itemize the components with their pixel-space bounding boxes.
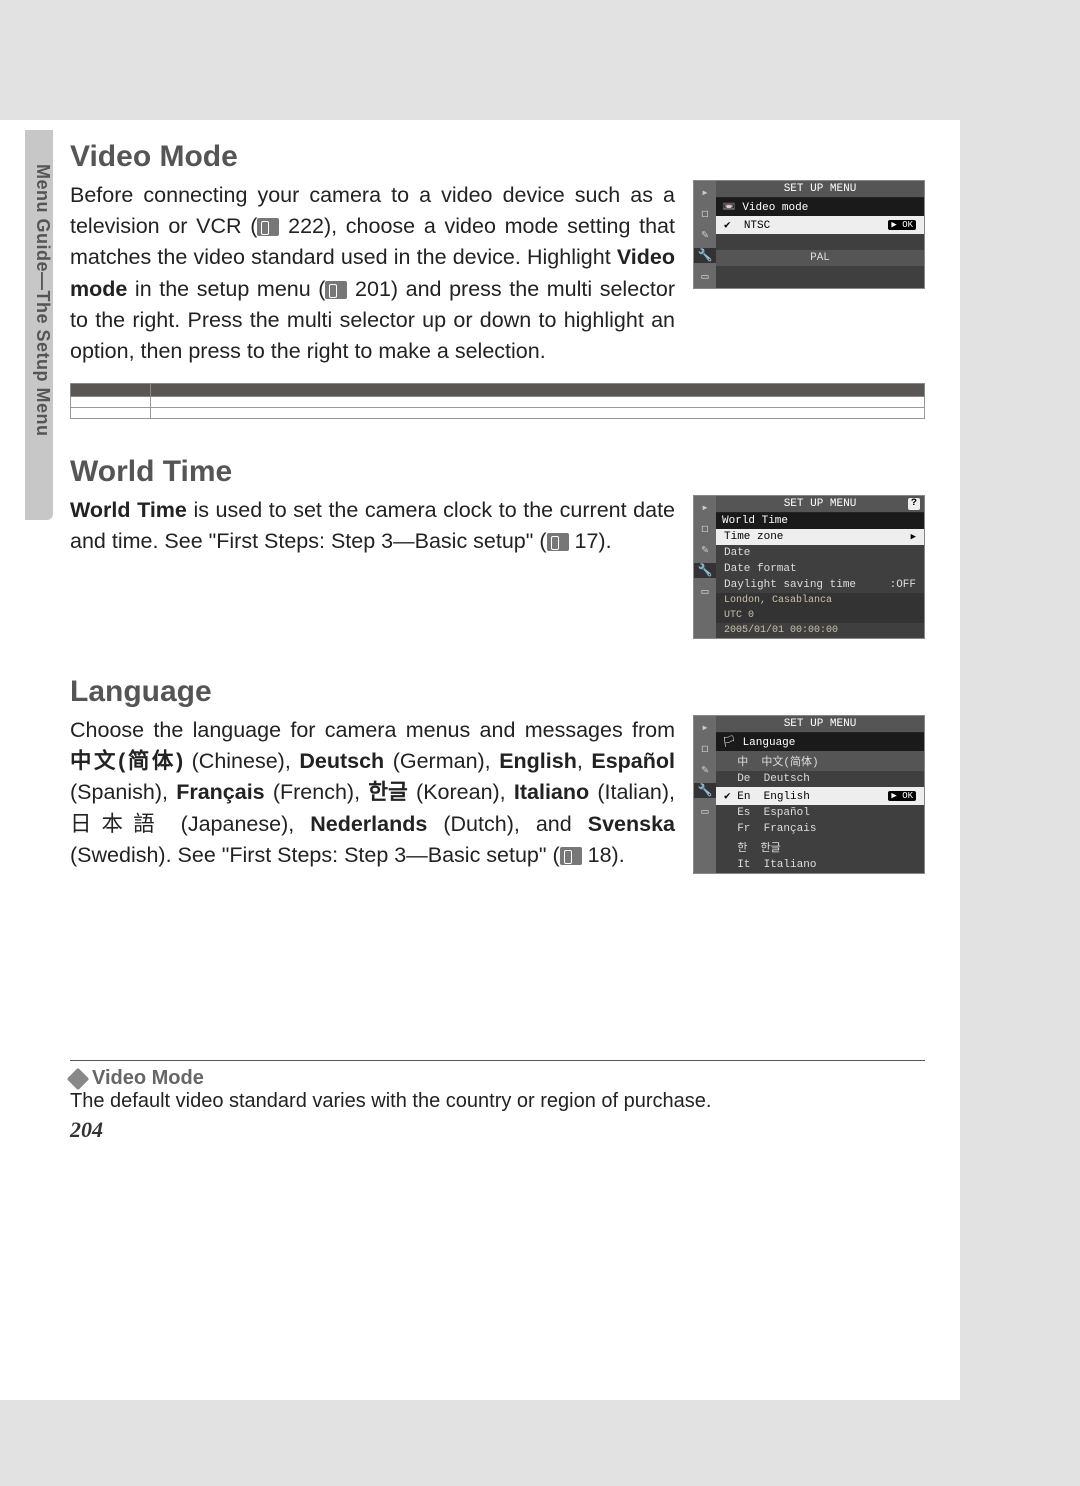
manual-page: 🔧 Menu Guide—The Setup Menu Video Mode B… [0, 120, 960, 1400]
lcd-subtitle: 📼 Video mode [716, 198, 924, 216]
card-icon: ▭ [701, 269, 708, 284]
lcd-lang-row: Fr Français [716, 821, 924, 837]
table-header-description [151, 384, 925, 397]
text-fragment: in the setup menu ( [127, 277, 325, 301]
text-fragment: , [577, 749, 592, 773]
text-fragment: 18). [582, 843, 625, 867]
pencil-icon [67, 1067, 90, 1090]
text-fragment: (Chinese), [183, 749, 299, 773]
lcd-side-icons: ▸ ◻ ✎ 🔧 ▭ [694, 716, 716, 873]
wrench-icon: 🔧 [694, 248, 716, 263]
lcd-lang-row: 中 中文(简体) [716, 751, 924, 771]
video-mode-options-table [70, 383, 925, 419]
page-ref-icon [325, 281, 347, 299]
text-fragment: 日本語 [70, 812, 165, 836]
lcd-lang-row: De Deutsch [716, 771, 924, 787]
card-icon: ▭ [701, 804, 708, 819]
page-ref-icon [547, 533, 569, 551]
video-mode-paragraph: Before connecting your camera to a video… [70, 180, 675, 367]
camera-icon: ◻ [701, 741, 708, 756]
world-time-paragraph: World Time is used to set the camera clo… [70, 495, 675, 557]
heading-language: Language [70, 675, 925, 709]
table-row [71, 408, 925, 419]
lcd-spacer [716, 234, 924, 250]
table-cell-option [71, 408, 151, 419]
text-bold: English [499, 749, 577, 773]
pencil-icon: ✎ [701, 542, 708, 557]
text-bold: 中文(简体) [70, 749, 183, 773]
lcd-option-ntsc: ✔ NTSC▶ OK [716, 216, 924, 234]
lcd-footer-datetime: 2005/01/01 00:00:00 [716, 623, 924, 638]
text-fragment: (Spanish), [70, 780, 176, 804]
camera-icon: ◻ [701, 521, 708, 536]
page-number: 204 [70, 1117, 925, 1143]
note-box: Video Mode The default video standard va… [70, 1060, 925, 1143]
play-icon: ▸ [701, 500, 708, 515]
pencil-icon: ✎ [701, 227, 708, 242]
lcd-row-dst: Daylight saving time:OFF [716, 577, 924, 593]
text-bold: 한글 [368, 780, 408, 804]
wrench-icon: 🔧 [694, 563, 716, 578]
lcd-title: SET UP MENU? [716, 496, 924, 513]
text-bold: Español [591, 749, 675, 773]
text-bold: Français [176, 780, 264, 804]
lcd-lang-row: 한 한글 [716, 837, 924, 857]
text-fragment: (French), [265, 780, 369, 804]
card-icon: ▭ [701, 584, 708, 599]
text-fragment: (Japanese), [165, 812, 311, 836]
text-bold: World Time [70, 498, 187, 522]
language-paragraph: Choose the language for camera menus and… [70, 715, 675, 871]
lcd-preview-video-mode: ▸ ◻ ✎ 🔧 ▭ SET UP MENU 📼 Video mode ✔ NTS… [693, 180, 925, 289]
help-icon: ? [908, 498, 920, 510]
table-row [71, 397, 925, 408]
lcd-option-pal: PAL [716, 250, 924, 266]
lcd-lang-row: Es Español [716, 805, 924, 821]
lcd-preview-world-time: ▸ ◻ ✎ 🔧 ▭ SET UP MENU? World Time Time z… [693, 495, 925, 639]
lcd-lang-row-selected: ✔ En English▶ OK [716, 787, 924, 805]
pencil-icon: ✎ [701, 762, 708, 777]
lcd-subtitle: 🏳 Language [716, 733, 924, 751]
table-cell-description [151, 397, 925, 408]
lcd-lang-row: It Italiano [716, 857, 924, 873]
heading-world-time: World Time [70, 455, 925, 489]
lcd-row-date: Date [716, 545, 924, 561]
text-fragment: (Korean), [408, 780, 514, 804]
page-ref-icon [257, 218, 279, 236]
play-icon: ▸ [701, 185, 708, 200]
lcd-preview-language: ▸ ◻ ✎ 🔧 ▭ SET UP MENU 🏳 Language 中 中文(简体… [693, 715, 925, 874]
play-icon: ▸ [701, 720, 708, 735]
page-ref-icon [560, 847, 582, 865]
text-bold: Italiano [514, 780, 589, 804]
text-bold: Nederlands [310, 812, 427, 836]
text-fragment: (Swedish). See "First Steps: Step 3—Basi… [70, 843, 560, 867]
wrench-icon: 🔧 [694, 783, 716, 798]
heading-video-mode: Video Mode [70, 140, 925, 174]
text-bold: Svenska [588, 812, 675, 836]
table-header-option [71, 384, 151, 397]
text-fragment: (German), [384, 749, 499, 773]
lcd-side-icons: ▸ ◻ ✎ 🔧 ▭ [694, 496, 716, 638]
text-fragment: 17). [569, 529, 612, 553]
text-fragment: (Dutch), and [427, 812, 587, 836]
text-fragment: Choose the language for camera menus and… [70, 718, 675, 742]
lcd-side-icons: ▸ ◻ ✎ 🔧 ▭ [694, 181, 716, 288]
note-text: The default video standard varies with t… [70, 1090, 925, 1113]
table-cell-option [71, 397, 151, 408]
lcd-footer-utc: UTC 0 [716, 608, 924, 623]
table-cell-description [151, 408, 925, 419]
text-fragment: (Italian), [589, 780, 675, 804]
lcd-footer-city: London, Casablanca [716, 593, 924, 608]
lcd-title: SET UP MENU [716, 716, 924, 733]
lcd-title: SET UP MENU [716, 181, 924, 198]
sidebar-section-label: Menu Guide—The Setup Menu [25, 130, 53, 520]
lcd-row-dateformat: Date format [716, 561, 924, 577]
lcd-subtitle: World Time [716, 513, 924, 529]
lcd-spacer [716, 266, 924, 282]
text-bold: Deutsch [299, 749, 384, 773]
camera-icon: ◻ [701, 206, 708, 221]
lcd-row-timezone: Time zone▶ [716, 529, 924, 545]
note-title: Video Mode [70, 1067, 925, 1090]
